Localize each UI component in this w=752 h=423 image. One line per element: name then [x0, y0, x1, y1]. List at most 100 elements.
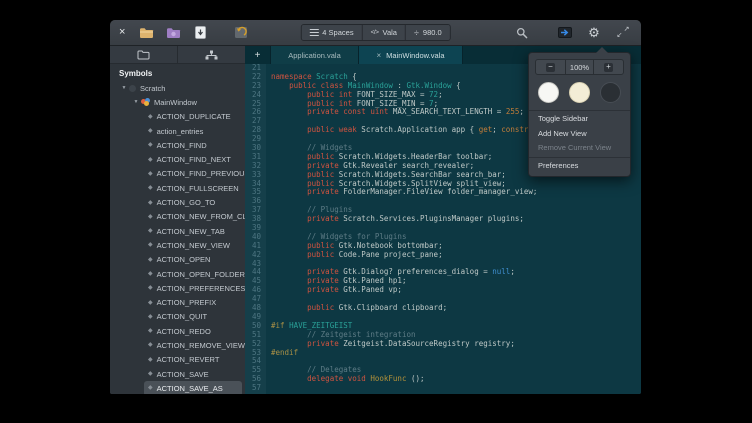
symbol-label: ACTION_FIND — [157, 141, 207, 150]
menu-item-add-new-view[interactable]: Add New View — [529, 127, 630, 142]
sidebar: Symbols ▼ Scratch ▼ MainWindow ◆ACTION_D… — [110, 46, 245, 394]
revert-button[interactable] — [232, 24, 250, 42]
code-line: 56 delegate void HookFunc (); — [245, 375, 641, 384]
class-label: MainWindow — [154, 98, 197, 107]
symbol-item[interactable]: ◆ACTION_GO_TO — [110, 195, 245, 209]
headerbar-left: × — [119, 24, 250, 42]
symbol-item[interactable]: ◆ACTION_QUIT — [110, 310, 245, 324]
goto-line-button[interactable]: ÷ 980.0 — [406, 25, 450, 40]
code-text: private Scratch.Services.PluginsManager … — [266, 215, 524, 224]
sidebar-tab-files[interactable] — [110, 46, 177, 63]
symbol-label: ACTION_REMOVE_VIEW — [157, 341, 245, 350]
settings-gear-button[interactable]: ⚙ — [585, 24, 603, 42]
open-templates-button[interactable] — [164, 24, 182, 42]
symbol-item[interactable]: ◆ACTION_NEW_FROM_CLIPBOARD — [110, 210, 245, 224]
sidebar-tab-switcher — [110, 46, 245, 64]
symbol-item[interactable]: ◆ ACTION_REMOVE_VIEW — [110, 338, 245, 352]
symbol-diamond-icon: ◆ — [148, 342, 153, 348]
plus-icon: + — [604, 63, 613, 72]
menu-item-preferences[interactable]: Preferences — [529, 159, 630, 174]
code-line: 53#endif — [245, 349, 641, 358]
symbol-diamond-icon: ◆ — [148, 157, 153, 163]
share-icon — [558, 27, 572, 38]
color-scheme-sepia-button[interactable] — [569, 82, 590, 103]
code-text: private Zeitgeist.DataSourceRegistry reg… — [266, 340, 515, 349]
symbol-item[interactable]: ◆ACTION_FIND — [110, 138, 245, 152]
symbols-tree-class[interactable]: ▼ MainWindow — [110, 95, 245, 109]
symbol-item[interactable]: ◆ACTION_SAVE_AS — [144, 381, 242, 394]
namespace-icon — [129, 85, 136, 92]
tab-width-button[interactable]: 4 Spaces — [301, 25, 362, 40]
symbol-item[interactable]: ◆ACTION_FIND_NEXT — [110, 152, 245, 166]
language-button[interactable]: </> Vala — [363, 25, 406, 40]
symbol-label: ACTION_NEW_VIEW — [157, 241, 230, 250]
tab-width-label: 4 Spaces — [322, 28, 353, 37]
symbol-item[interactable]: ◆ACTION_NEW_TAB — [110, 224, 245, 238]
share-button[interactable] — [556, 24, 574, 42]
symbol-label: ACTION_FULLSCREEN — [157, 184, 239, 193]
symbol-label: ACTION_PREFIX — [157, 298, 217, 307]
symbol-diamond-icon: ◆ — [148, 257, 153, 263]
class-icon — [141, 98, 150, 106]
tab-mainwindow-vala[interactable]: × MainWindow.vala — [359, 46, 463, 64]
save-as-button[interactable] — [191, 24, 209, 42]
namespace-label: Scratch — [140, 84, 165, 93]
symbol-label: ACTION_OPEN_FOLDER — [157, 270, 245, 279]
symbol-label: ACTION_NEW_FROM_CLIPBOARD — [157, 212, 245, 221]
zoom-out-button[interactable]: − — [536, 60, 566, 74]
sidebar-tab-symbols[interactable] — [177, 46, 245, 63]
symbol-item[interactable]: ◆ACTION_REDO — [110, 324, 245, 338]
color-scheme-light-button[interactable] — [538, 82, 559, 103]
symbol-diamond-icon: ◆ — [148, 314, 153, 320]
tab-application-vala[interactable]: Application.vala — [271, 46, 359, 64]
fullscreen-button[interactable]: ↗ ↙ — [614, 24, 632, 42]
code-line: 52 private Zeitgeist.DataSourceRegistry … — [245, 340, 641, 349]
code-line: 48 public Gtk.Clipboard clipboard; — [245, 304, 641, 313]
symbol-label: ACTION_SAVE — [157, 370, 209, 379]
symbol-item[interactable]: ◆ACTION_REVERT — [110, 353, 245, 367]
symbol-item[interactable]: ◆ ACTION_NEW_VIEW — [110, 238, 245, 252]
symbol-item[interactable]: ◆ACTION_PREFIX — [110, 295, 245, 309]
symbol-label: ACTION_PREFERENCES — [157, 284, 245, 293]
expander-icon[interactable]: ▼ — [120, 85, 128, 91]
symbol-label: action_entries — [157, 127, 204, 136]
gear-icon: ⚙ — [588, 26, 600, 39]
symbol-diamond-icon: ◆ — [148, 114, 153, 120]
menu-item-toggle-sidebar[interactable]: Toggle Sidebar — [529, 112, 630, 127]
open-file-button[interactable] — [137, 24, 155, 42]
symbol-diamond-icon: ◆ — [148, 357, 153, 363]
symbol-diamond-icon: ◆ — [148, 371, 153, 377]
tab-close-icon[interactable]: × — [376, 51, 381, 60]
symbol-diamond-icon: ◆ — [148, 242, 153, 248]
symbol-item[interactable]: ◆ACTION_FIND_PREVIOUS — [110, 167, 245, 181]
zoom-level: 100% — [566, 60, 593, 74]
symbol-label: ACTION_GO_TO — [157, 198, 216, 207]
symbol-item[interactable]: ◆ ACTION_OPEN — [110, 253, 245, 267]
new-tab-button[interactable]: + — [245, 46, 271, 64]
symbol-item[interactable]: ◆action_entries — [110, 124, 245, 138]
code-text: #endif — [266, 349, 298, 358]
expander-icon[interactable]: ▼ — [132, 99, 140, 105]
desktop: × — [0, 0, 752, 423]
symbol-item[interactable]: ◆ACTION_PREFERENCES — [110, 281, 245, 295]
zoom-in-button[interactable]: + — [593, 60, 623, 74]
symbol-diamond-icon: ◆ — [148, 271, 153, 277]
symbol-item[interactable]: ◆ ACTION_OPEN_FOLDER — [110, 267, 245, 281]
window-close-button[interactable]: × — [119, 27, 125, 38]
symbol-item[interactable]: ◆ACTION_FULLSCREEN — [110, 181, 245, 195]
code-text: private FolderManager.FileView folder_ma… — [266, 188, 537, 197]
search-button[interactable] — [513, 24, 531, 42]
symbol-label: ACTION_OPEN — [157, 255, 211, 264]
folder-outline-icon — [137, 50, 150, 60]
symbols-tree-root[interactable]: ▼ Scratch — [110, 81, 245, 95]
indentation-icon — [309, 29, 318, 36]
code-brackets-icon: </> — [371, 29, 379, 36]
symbol-label: ACTION_SAVE_AS — [157, 384, 223, 393]
headerbar-right: ⚙ ↗ ↙ — [513, 24, 632, 42]
goto-line-icon: ÷ — [414, 28, 419, 38]
symbol-item[interactable]: ◆ ACTION_SAVE — [110, 367, 245, 381]
code-text: private Gtk.Paned vp; — [266, 286, 402, 295]
color-scheme-dark-button[interactable] — [600, 82, 621, 103]
symbol-item[interactable]: ◆ACTION_DUPLICATE — [110, 110, 245, 124]
symbol-label: ACTION_NEW_TAB — [157, 227, 225, 236]
